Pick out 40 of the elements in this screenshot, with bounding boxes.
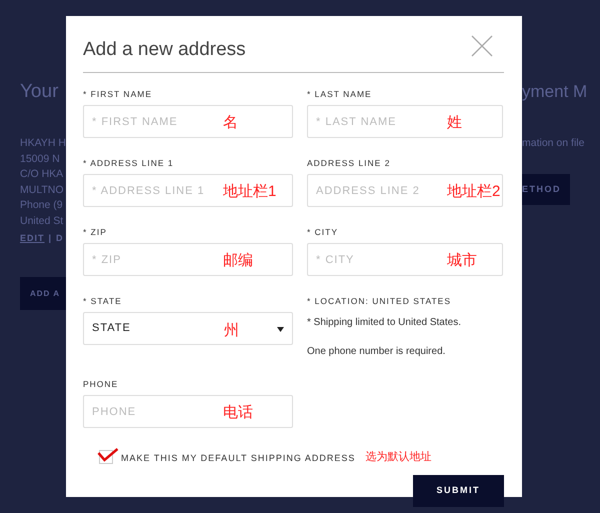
field-label: ADDRESS LINE 2 [307,158,392,169]
modal-title: Add a new address [83,38,246,62]
address-line: HKAYH H [20,136,66,151]
address-line: 15009 N [20,152,61,166]
payment-info-text: mation on file [522,136,586,151]
delete-link[interactable]: D [56,231,64,246]
submit-button[interactable]: SUBMIT [412,475,504,506]
checkbox-label: MAKE THIS MY DEFAULT SHIPPING ADDRESS [121,452,356,464]
caret-icon [277,327,284,332]
annotation-text: 名 [223,113,238,133]
separator: | [48,232,52,245]
annotation-text: 州 [224,321,239,341]
annotation-text: 城市 [447,251,477,271]
edit-link[interactable]: EDIT [20,231,45,246]
address-line: MULTNO [20,182,65,198]
annotation-text: 选为默认地址 [365,450,432,464]
state-select[interactable]: STATE 州 [83,312,293,345]
add-address-button[interactable]: ADD A [20,276,66,310]
add-method-button[interactable]: ETHOD [522,174,570,206]
field-label: * FIRST NAME [83,89,153,100]
address-line: United St [20,214,64,228]
field-label: * ADDRESS LINE 1 [83,158,175,169]
info-note: One phone number is required. [307,345,446,359]
field-label: * LAST NAME [307,89,373,100]
address-line: Phone (9 [20,198,64,213]
info-note: * Shipping limited to United States. [307,316,462,330]
field-label: * LOCATION: UNITED STATES [307,296,452,307]
annotation-text: 地址栏1 [223,182,276,202]
field-label: PHONE [83,379,120,390]
field-label: * STATE [83,296,123,307]
annotation-text: 邮编 [223,251,253,271]
annotation-text: 地址栏2 [447,182,500,202]
field-label: * CITY [307,227,340,238]
address-line: C/O HKA [20,167,64,182]
annotation-text: 电话 [223,403,253,423]
field-label: * ZIP [83,227,108,238]
page-heading: Your [20,80,60,104]
page-heading: yment M [522,81,588,103]
annotation-text: 姓 [447,113,462,133]
checkbox[interactable] [97,446,119,465]
